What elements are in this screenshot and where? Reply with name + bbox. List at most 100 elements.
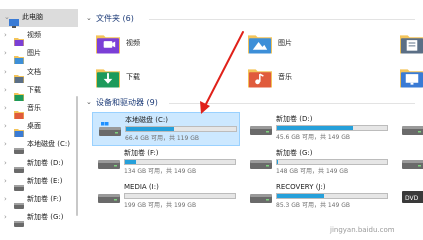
drive-usage-bar	[124, 159, 236, 165]
drive-name: 本地磁盘 (C:)	[125, 116, 168, 124]
folder-label: 图片	[278, 39, 292, 47]
chevron-down-icon: ⌄	[86, 14, 92, 22]
chevron-right-icon[interactable]: ›	[4, 104, 7, 113]
drive-icon	[14, 177, 24, 191]
drive-name: RECOVERY (J:)	[276, 183, 326, 191]
folders-section-header[interactable]: ⌄ 文件夹 (6)	[85, 13, 415, 25]
drive-free-space: 66.4 GB 可用，共 119 GB	[125, 135, 199, 142]
drive-icon	[14, 213, 24, 228]
nav-item-label: 新加卷 (F:)	[27, 195, 62, 203]
documents-folder-icon	[14, 68, 24, 83]
chevron-right-icon[interactable]: ›	[4, 195, 7, 204]
nav-item[interactable]: › 桌面	[0, 118, 78, 138]
nav-item[interactable]: › 图片	[0, 45, 78, 65]
section-divider	[149, 19, 415, 20]
nav-item[interactable]: › 新加卷 (G:)	[0, 209, 78, 228]
nav-item[interactable]: › 视频	[0, 27, 78, 47]
svg-text:DVD: DVD	[405, 195, 419, 202]
folder-tile[interactable]: 音乐	[248, 66, 388, 96]
music-folder-icon	[14, 104, 24, 119]
nav-item[interactable]: › 新加卷 (D:)	[0, 155, 78, 173]
drive-tile[interactable]: RECOVERY (J:) 85.3 GB 可用，共 149 GB	[244, 180, 392, 214]
system-drive-icon	[99, 122, 121, 138]
nav-item[interactable]: › 新加卷 (E:)	[0, 173, 78, 191]
drive-usage-bar	[276, 125, 388, 131]
drives-section-title: 设备和驱动器 (9)	[96, 98, 158, 107]
nav-item[interactable]: › 本地磁盘 (C:)	[0, 136, 78, 155]
chevron-right-icon[interactable]: ›	[4, 49, 7, 58]
chevron-right-icon[interactable]: ›	[4, 86, 7, 95]
drive-free-space: 199 GB 可用，共 199 GB	[124, 202, 197, 209]
drive-icon	[250, 121, 272, 137]
nav-item[interactable]: › 音乐	[0, 100, 78, 119]
chevron-right-icon[interactable]: ›	[4, 159, 7, 168]
chevron-right-icon[interactable]: ›	[4, 31, 7, 40]
drive-tile[interactable]: DVD	[396, 180, 423, 214]
drive-icon	[14, 159, 24, 173]
drive-icon	[402, 121, 423, 137]
drive-usage-fill	[277, 126, 353, 130]
drive-icon	[98, 189, 120, 205]
section-divider	[169, 103, 415, 104]
drive-name: 新加卷 (G:)	[276, 149, 313, 157]
drive-tile[interactable]	[396, 146, 423, 180]
chevron-right-icon[interactable]: ›	[4, 177, 7, 186]
nav-item[interactable]: › 文档	[0, 64, 78, 83]
chevron-right-icon[interactable]: ›	[4, 122, 7, 131]
nav-item-label: 本地磁盘 (C:)	[27, 140, 70, 149]
drive-usage-bar	[125, 126, 237, 132]
video-folder-icon	[14, 31, 24, 47]
chevron-right-icon[interactable]: ›	[4, 140, 7, 149]
drive-tile[interactable]: 新加卷 (F:) 134 GB 可用，共 149 GB	[92, 146, 240, 180]
drive-icon	[250, 155, 272, 171]
drive-icon	[250, 189, 272, 205]
pictures-folder-icon	[14, 49, 24, 65]
drive-free-space: 45.6 GB 可用，共 149 GB	[276, 134, 350, 141]
nav-item[interactable]: › 下载	[0, 82, 78, 101]
folder-tile[interactable]: 图片	[248, 32, 388, 62]
navigation-pane: ⌄ 此电脑 › 视频 › 图片 › 文档 › 下载 › 音乐 › 桌面 › 本地磁盘 (C:) › 新加卷 (D:…	[0, 0, 78, 240]
nav-item-label: 新加卷 (D:)	[27, 158, 64, 167]
drive-free-space: 85.3 GB 可用，共 149 GB	[276, 202, 350, 209]
folders-section-title: 文件夹 (6)	[96, 14, 134, 23]
folder-tile[interactable]: 文档	[400, 32, 423, 62]
drive-tile[interactable]: MEDIA (I:) 199 GB 可用，共 199 GB	[92, 180, 240, 214]
drive-name: 新加卷 (D:)	[276, 115, 313, 123]
chevron-right-icon[interactable]: ›	[4, 213, 7, 222]
downloads-folder-icon	[96, 66, 120, 88]
nav-item-label: 视频	[27, 31, 41, 40]
drive-usage-bar	[276, 159, 388, 165]
drive-free-space: 148 GB 可用，共 149 GB	[276, 168, 349, 175]
chevron-right-icon[interactable]: ›	[4, 68, 7, 77]
drive-usage-bar	[124, 193, 236, 199]
drive-tile[interactable]: 新加卷 (D:) 45.6 GB 可用，共 149 GB	[244, 112, 392, 146]
folder-label: 视频	[126, 39, 140, 47]
folder-label: 下载	[126, 73, 140, 81]
pc-icon	[9, 13, 19, 28]
nav-scrollbar[interactable]	[76, 96, 78, 216]
pictures-folder-icon	[248, 32, 272, 54]
drive-tile[interactable]	[396, 112, 423, 146]
folder-tile[interactable]: 下载	[96, 66, 236, 96]
folder-tile[interactable]: 桌面	[400, 66, 423, 96]
drive-name: 新加卷 (F:)	[124, 149, 159, 157]
drive-tile[interactable]: 新加卷 (G:) 148 GB 可用，共 149 GB	[244, 146, 392, 180]
chevron-down-icon: ⌄	[86, 98, 92, 106]
nav-item[interactable]: › 新加卷 (F:)	[0, 191, 78, 209]
watermark: jingyan.baidu.com	[330, 226, 395, 234]
drive-icon	[14, 195, 24, 209]
folder-label: 音乐	[278, 73, 292, 81]
drive-usage-bar	[276, 193, 388, 199]
drive-tile[interactable]: 本地磁盘 (C:) 66.4 GB 可用，共 119 GB	[92, 112, 240, 146]
drive-icon	[402, 155, 423, 171]
nav-item-label: 音乐	[27, 104, 41, 112]
drives-section-header[interactable]: ⌄ 设备和驱动器 (9)	[85, 97, 415, 109]
drive-icon	[14, 140, 24, 155]
folder-tile[interactable]: 视频	[96, 32, 236, 62]
drive-name: MEDIA (I:)	[124, 183, 159, 191]
drive-usage-fill	[277, 194, 325, 198]
music-folder-icon	[248, 66, 272, 88]
nav-item[interactable]: ⌄ 此电脑	[0, 9, 78, 28]
nav-item-label: 新加卷 (E:)	[27, 176, 63, 185]
desktop-folder-icon	[400, 66, 423, 88]
